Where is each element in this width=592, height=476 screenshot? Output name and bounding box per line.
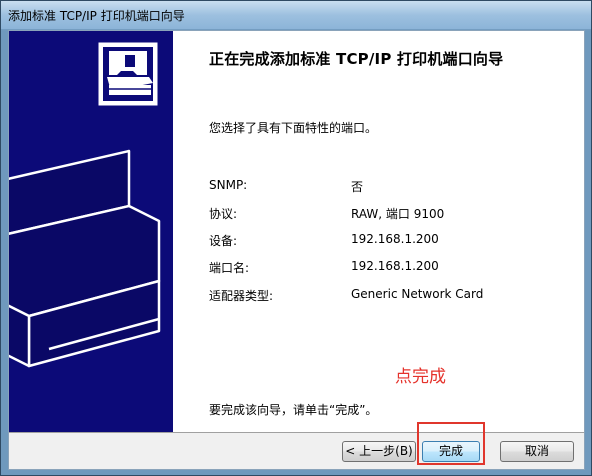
property-value-port-name: 192.168.1.200 — [351, 259, 439, 273]
wizard-heading: 正在完成添加标准 TCP/IP 打印机端口向导 — [209, 50, 504, 68]
back-button[interactable]: < 上一步(B) — [342, 441, 416, 462]
property-value-device: 192.168.1.200 — [351, 232, 439, 246]
wizard-description: 您选择了具有下面特性的端口。 — [209, 121, 378, 135]
wizard-footer-instruction: 要完成该向导，请单击“完成”。 — [209, 403, 378, 417]
property-value-adapter-type: Generic Network Card — [351, 287, 484, 301]
cancel-button[interactable]: 取消 — [500, 441, 574, 462]
property-value-protocol: RAW, 端口 9100 — [351, 207, 445, 221]
property-label-adapter-type: 适配器类型: — [209, 289, 274, 303]
finish-button-highlight-box — [417, 422, 485, 465]
window-title: 添加标准 TCP/IP 打印机端口向导 — [8, 9, 185, 23]
wizard-button-bar: < 上一步(B) 完成 取消 — [9, 432, 584, 469]
wizard-side-panel — [9, 31, 173, 432]
wizard-client-area: 正在完成添加标准 TCP/IP 打印机端口向导 您选择了具有下面特性的端口。 S… — [8, 30, 585, 470]
click-finish-annotation: 点完成 — [395, 367, 446, 387]
property-label-protocol: 协议: — [209, 207, 238, 221]
property-value-snmp: 否 — [351, 180, 364, 194]
property-label-device: 设备: — [209, 234, 238, 248]
wizard-window: 添加标准 TCP/IP 打印机端口向导 正在完成添加标准 TCP/IP 打印机端… — [0, 0, 592, 476]
property-label-port-name: 端口名: — [209, 261, 250, 275]
title-bar[interactable]: 添加标准 TCP/IP 打印机端口向导 — [1, 1, 591, 29]
printer-logo-icon — [98, 42, 158, 106]
wizard-content: 正在完成添加标准 TCP/IP 打印机端口向导 您选择了具有下面特性的端口。 S… — [173, 31, 584, 432]
property-label-snmp: SNMP: — [209, 178, 248, 192]
printer-graphic-icon — [9, 42, 161, 368]
